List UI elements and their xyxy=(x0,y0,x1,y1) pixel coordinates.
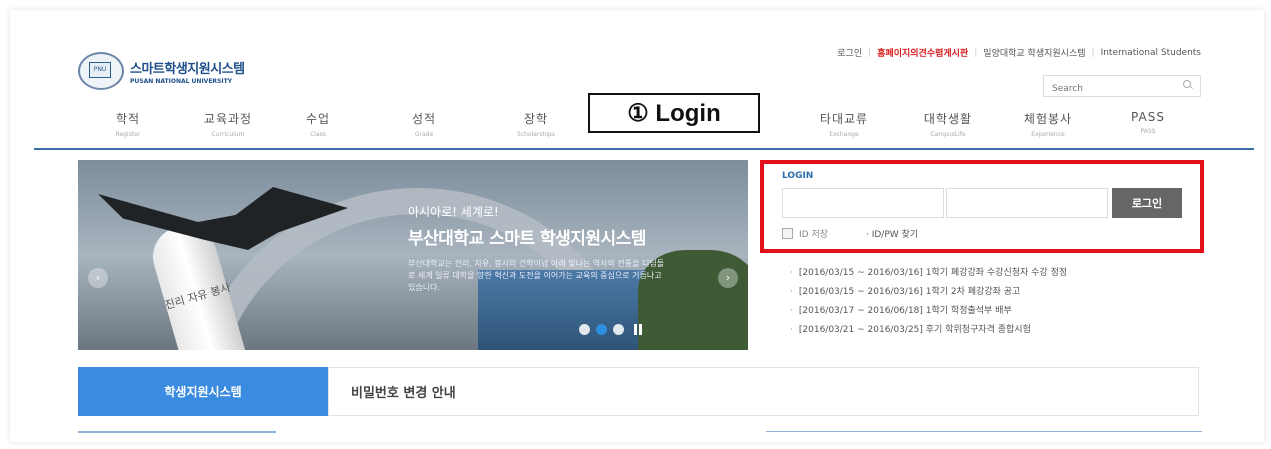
nav-label: 장학 xyxy=(523,112,549,126)
save-id-checkbox[interactable] xyxy=(782,228,793,239)
nav-label: 교육과정 xyxy=(203,112,253,126)
nav-sublabel: Curriculum xyxy=(211,131,245,138)
section-divider xyxy=(766,431,1202,432)
nav-item-exchange[interactable]: 타대교류 Exchange xyxy=(794,110,894,138)
section-divider xyxy=(78,431,276,433)
nav-sublabel: Scholarships xyxy=(517,131,555,138)
logo-title: 스마트학생지원시스템 xyxy=(130,61,245,77)
nav-item-campuslife[interactable]: 대학생활 CampusLife xyxy=(898,110,998,138)
seal-text: PNU xyxy=(89,62,111,78)
login-link[interactable]: 로그인 xyxy=(837,46,862,59)
login-heading: LOGIN xyxy=(782,171,814,181)
main-banner[interactable]: 진리 자유 봉사 아시아로! 세계로! 부산대학교 스마트 학생지원시스템 부산… xyxy=(78,160,748,350)
divider: | xyxy=(868,47,872,58)
nav-item-pass[interactable]: PASS PASS xyxy=(1098,110,1198,135)
search-input[interactable] xyxy=(1044,79,1172,99)
login-callout-annotation: ① Login xyxy=(588,93,760,133)
logo-subtitle: PUSAN NATIONAL UNIVERSITY xyxy=(130,77,233,85)
logo-text: 스마트학생지원시스템 PUSAN NATIONAL UNIVERSITY xyxy=(130,58,245,85)
nav-item-scholarships[interactable]: 장학 Scholarships xyxy=(486,110,586,138)
nav-sublabel: Register xyxy=(115,131,141,138)
slide-dot-active[interactable] xyxy=(596,324,607,335)
divider: | xyxy=(1091,47,1095,58)
nav-item-curriculum[interactable]: 교육과정 Curriculum xyxy=(178,110,278,138)
nav-label: 대학생활 xyxy=(923,112,973,126)
nav-label: 학적 xyxy=(115,112,141,126)
nav-label: 체험봉사 xyxy=(1023,112,1073,126)
nav-sublabel: Grade xyxy=(414,131,434,138)
banner-slogan: 아시아로! 세계로! xyxy=(408,205,499,219)
university-seal-icon: PNU xyxy=(78,52,124,90)
nav-sublabel: CampusLife xyxy=(930,131,966,138)
password-input[interactable] xyxy=(946,188,1108,218)
nav-label: 타대교류 xyxy=(819,112,869,126)
nav-item-register[interactable]: 학적 Register xyxy=(78,110,178,138)
nav-sublabel: Exchange xyxy=(829,131,859,138)
slide-dot[interactable] xyxy=(579,324,590,335)
banner-title: 부산대학교 스마트 학생지원시스템 xyxy=(408,229,646,249)
nav-item-experience[interactable]: 체험봉사 Experience xyxy=(998,110,1098,138)
search-box xyxy=(1043,75,1201,99)
tab-password-change-guide[interactable]: 비밀번호 변경 안내 xyxy=(328,367,1199,416)
slide-dot[interactable] xyxy=(613,324,624,335)
notice-item[interactable]: [2016/03/15 ~ 2016/03/16] 1학기 폐강강좌 수강신청자… xyxy=(790,264,1067,283)
nav-item-class[interactable]: 수업 Class xyxy=(268,110,368,138)
notice-item[interactable]: [2016/03/17 ~ 2016/06/18] 1학기 학정출석부 배부 xyxy=(790,302,1067,321)
nav-label: 성적 xyxy=(411,112,437,126)
nav-label: 수업 xyxy=(305,112,331,126)
nav-sublabel: Experience xyxy=(1031,131,1065,138)
save-id-option[interactable]: ID 저장 xyxy=(782,227,828,240)
user-id-input[interactable] xyxy=(782,188,944,218)
chevron-right-icon[interactable]: › xyxy=(718,268,738,288)
banner-description: 부산대학교는 진리, 자유, 봉사의 건학이념 아래 빛나는 역사와 전통을 디… xyxy=(408,259,665,292)
utility-links: 로그인 | 홈페이지의견수렴게시판 | 밀양대학교 학생지원시스템 | Inte… xyxy=(837,46,1201,60)
miryang-system-link[interactable]: 밀양대학교 학생지원시스템 xyxy=(983,46,1085,59)
login-button[interactable]: 로그인 xyxy=(1112,188,1182,218)
tab-student-support[interactable]: 학생지원시스템 xyxy=(78,367,328,416)
site-logo[interactable]: PNU 스마트학생지원시스템 PUSAN NATIONAL UNIVERSITY xyxy=(78,52,245,90)
nav-divider-line xyxy=(34,148,1254,150)
slider-pagination xyxy=(579,324,644,335)
pause-icon[interactable] xyxy=(634,324,644,335)
notice-item[interactable]: [2016/03/15 ~ 2016/03/16] 1학기 2차 폐강강좌 공고 xyxy=(790,283,1067,302)
feedback-board-link[interactable]: 홈페이지의견수렴게시판 xyxy=(877,46,968,59)
find-id-pw-link[interactable]: · ID/PW 찾기 xyxy=(866,227,918,240)
nav-sublabel: PASS xyxy=(1140,128,1156,135)
notice-list: [2016/03/15 ~ 2016/03/16] 1학기 폐강강좌 수강신청자… xyxy=(790,264,1067,340)
international-students-link[interactable]: International Students xyxy=(1101,48,1201,58)
search-icon[interactable] xyxy=(1183,80,1192,89)
notice-item[interactable]: [2016/03/21 ~ 2016/03/25] 후기 학위청구자격 종합시험 xyxy=(790,321,1067,340)
nav-item-grade[interactable]: 성적 Grade xyxy=(374,110,474,138)
save-id-label: ID 저장 xyxy=(799,230,829,240)
divider: | xyxy=(974,47,978,58)
nav-label: PASS xyxy=(1131,110,1165,124)
chevron-left-icon[interactable]: ‹ xyxy=(88,268,108,288)
nav-sublabel: Class xyxy=(310,131,326,138)
